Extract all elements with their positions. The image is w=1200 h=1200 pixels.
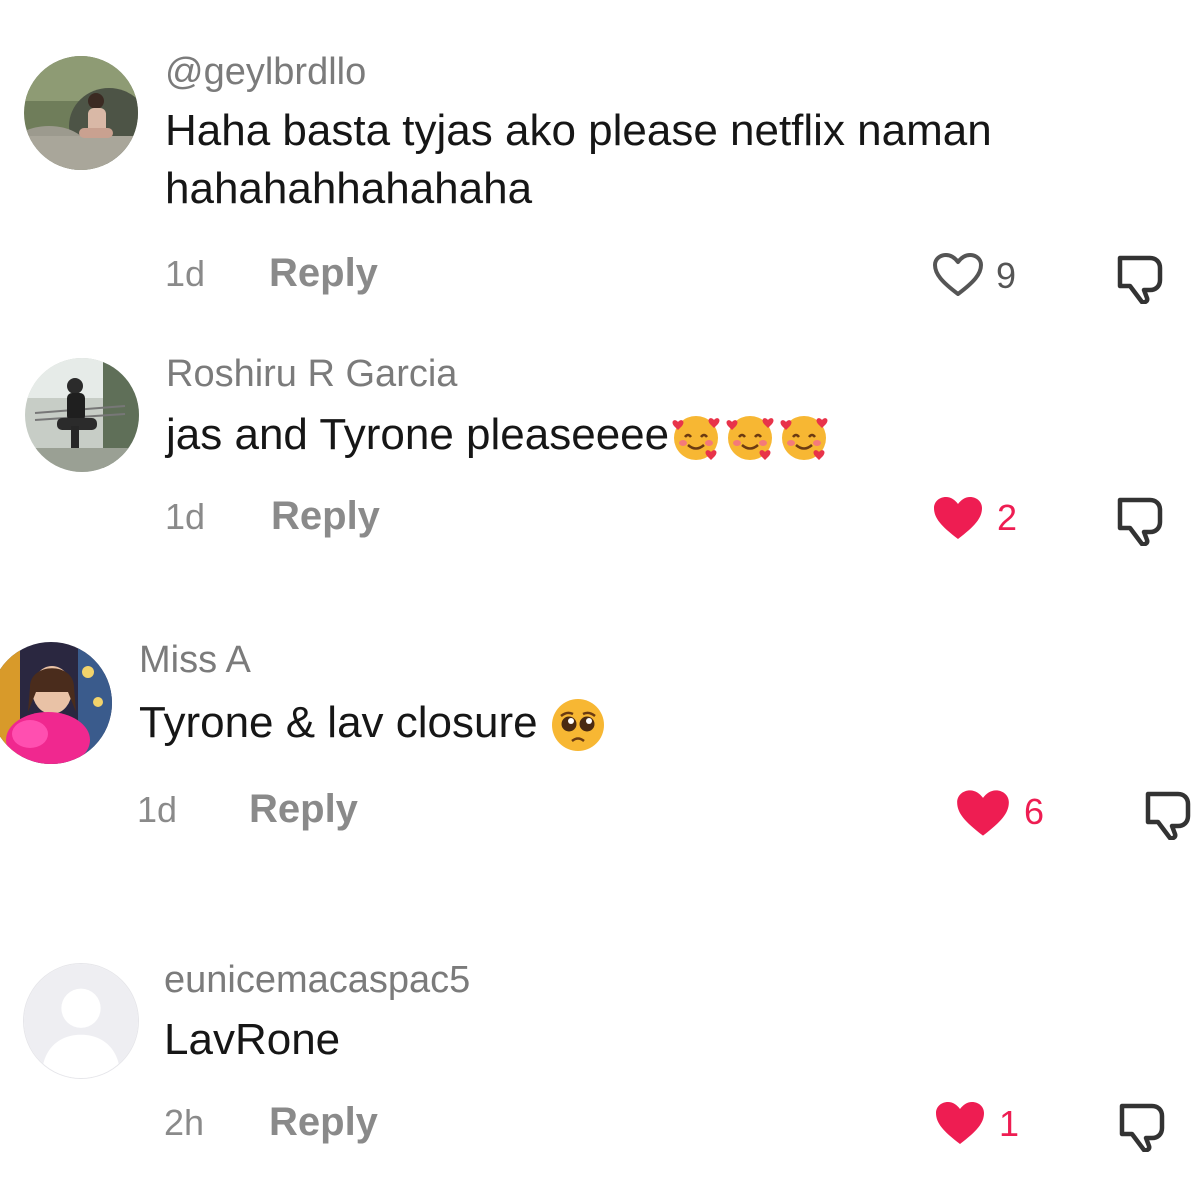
avatar-photo xyxy=(0,642,112,764)
comment-text: Tyrone & lav closure xyxy=(139,694,606,753)
smiling-face-with-hearts-icon xyxy=(780,416,828,461)
comment-text-content: Tyrone & lav closure xyxy=(139,698,550,747)
username[interactable]: Miss A xyxy=(139,641,251,679)
avatar-photo xyxy=(24,56,138,170)
reply-button[interactable]: Reply xyxy=(269,1102,378,1142)
avatar-photo xyxy=(25,358,139,472)
avatar[interactable] xyxy=(0,642,112,764)
reply-button[interactable]: Reply xyxy=(249,789,358,829)
heart-filled-icon[interactable] xyxy=(955,788,1011,838)
avatar[interactable] xyxy=(24,56,138,170)
like-count: 9 xyxy=(996,255,1017,296)
like-count: 2 xyxy=(997,497,1018,538)
comment-text-line: Haha basta tyjas ako please netflix nama… xyxy=(165,106,992,155)
smiling-face-with-hearts-icon xyxy=(672,416,720,461)
username[interactable]: Roshiru R Garcia xyxy=(166,355,457,393)
comment-text: jas and Tyrone pleaseeee xyxy=(166,406,831,464)
comment-text-line: hahahahhahahaha xyxy=(165,164,533,213)
like-count: 6 xyxy=(1024,791,1045,832)
avatar[interactable] xyxy=(23,963,139,1079)
timestamp: 1d xyxy=(165,253,206,294)
thumbs-down-icon[interactable] xyxy=(1114,488,1172,546)
default-user-icon xyxy=(24,964,138,1078)
timestamp: 2h xyxy=(164,1102,205,1143)
like-count: 1 xyxy=(999,1103,1020,1144)
username[interactable]: @geylbrdllo xyxy=(165,53,366,91)
timestamp: 1d xyxy=(137,789,178,830)
comment-text: Haha basta tyjas ako please netflix nama… xyxy=(165,102,992,218)
reply-button[interactable]: Reply xyxy=(269,253,378,293)
comment-text-content: jas and Tyrone pleaseeee xyxy=(166,410,670,459)
reply-button[interactable]: Reply xyxy=(271,496,380,536)
avatar[interactable] xyxy=(25,358,139,472)
heart-filled-icon[interactable] xyxy=(934,1100,986,1146)
comment-text: LavRone xyxy=(164,1015,341,1064)
timestamp: 1d xyxy=(165,496,206,537)
heart-outline-icon[interactable] xyxy=(932,252,984,298)
username[interactable]: eunicemacaspac5 xyxy=(164,961,470,999)
heart-filled-icon[interactable] xyxy=(932,495,984,541)
thumbs-down-icon[interactable] xyxy=(1116,1094,1174,1152)
thumbs-down-icon[interactable] xyxy=(1114,246,1172,304)
smiling-face-with-hearts-icon xyxy=(726,416,774,461)
pleading-face-icon xyxy=(551,699,604,752)
thumbs-down-icon[interactable] xyxy=(1142,782,1200,840)
